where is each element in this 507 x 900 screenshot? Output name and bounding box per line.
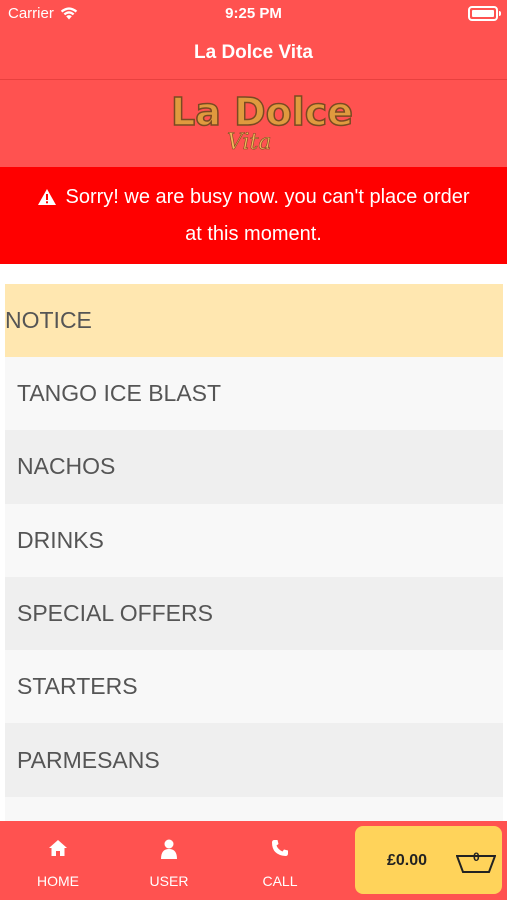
phone-icon xyxy=(272,840,288,856)
busy-alert-banner: Sorry! we are busy now. you can't place … xyxy=(0,167,507,264)
logo-area: La Dolce Vita xyxy=(0,80,507,167)
warning-icon xyxy=(38,189,57,205)
menu-category-label: STARTERS xyxy=(17,673,138,700)
tab-call[interactable]: CALL xyxy=(240,821,320,900)
restaurant-logo: La Dolce Vita xyxy=(165,86,354,162)
tab-call-label: CALL xyxy=(262,873,298,889)
status-time: 9:25 PM xyxy=(225,5,282,22)
menu-category-partial[interactable] xyxy=(5,796,503,821)
page-title: La Dolce Vita xyxy=(194,42,313,63)
menu-category-label: SPECIAL OFFERS xyxy=(17,600,213,627)
nav-bar: La Dolce Vita xyxy=(0,28,507,80)
logo-main-text: La Dolce xyxy=(170,89,354,135)
status-bar: Carrier 9:25 PM xyxy=(0,0,507,28)
tab-home[interactable]: HOME xyxy=(18,821,98,900)
menu-category-notice[interactable]: NOTICE xyxy=(5,284,503,357)
cart-button[interactable]: £0.00 0 xyxy=(355,826,502,894)
logo-sub-text: Vita xyxy=(227,130,272,156)
alert-message-2: at this moment. xyxy=(185,223,322,245)
menu-category-nachos[interactable]: NACHOS xyxy=(5,430,503,504)
cart-item-count: 0 xyxy=(473,850,480,864)
home-icon xyxy=(49,840,67,856)
alert-message-1: Sorry! we are busy now. you can't place … xyxy=(65,186,470,208)
alert-line-1: Sorry! we are busy now. you can't place … xyxy=(10,182,497,212)
cart-total: £0.00 xyxy=(387,852,428,869)
menu-category-label: DRINKS xyxy=(17,526,104,553)
menu-category-label: NACHOS xyxy=(17,453,116,480)
menu-category-label: NOTICE xyxy=(5,307,92,333)
menu-category-special-offers[interactable]: SPECIAL OFFERS xyxy=(5,576,503,651)
menu-category-parmesans[interactable]: PARMESANS xyxy=(5,723,503,797)
menu-category-drinks[interactable]: DRINKS xyxy=(5,503,503,577)
tab-user-label: USER xyxy=(149,873,189,889)
tab-user[interactable]: USER xyxy=(129,821,209,900)
tab-home-label: HOME xyxy=(37,873,79,889)
menu-category-label: PARMESANS xyxy=(17,746,160,773)
menu-category-tango-ice-blast[interactable]: TANGO ICE BLAST xyxy=(5,357,503,431)
menu-category-list: NOTICE TANGO ICE BLAST NACHOS DRINKS SPE… xyxy=(5,284,503,821)
user-icon xyxy=(161,839,177,859)
menu-category-starters[interactable]: STARTERS xyxy=(5,650,503,724)
bottom-tab-bar: HOME USER CALL £0.00 0 xyxy=(0,821,507,900)
battery-icon xyxy=(468,6,501,21)
menu-category-label: TANGO ICE BLAST xyxy=(17,380,222,407)
